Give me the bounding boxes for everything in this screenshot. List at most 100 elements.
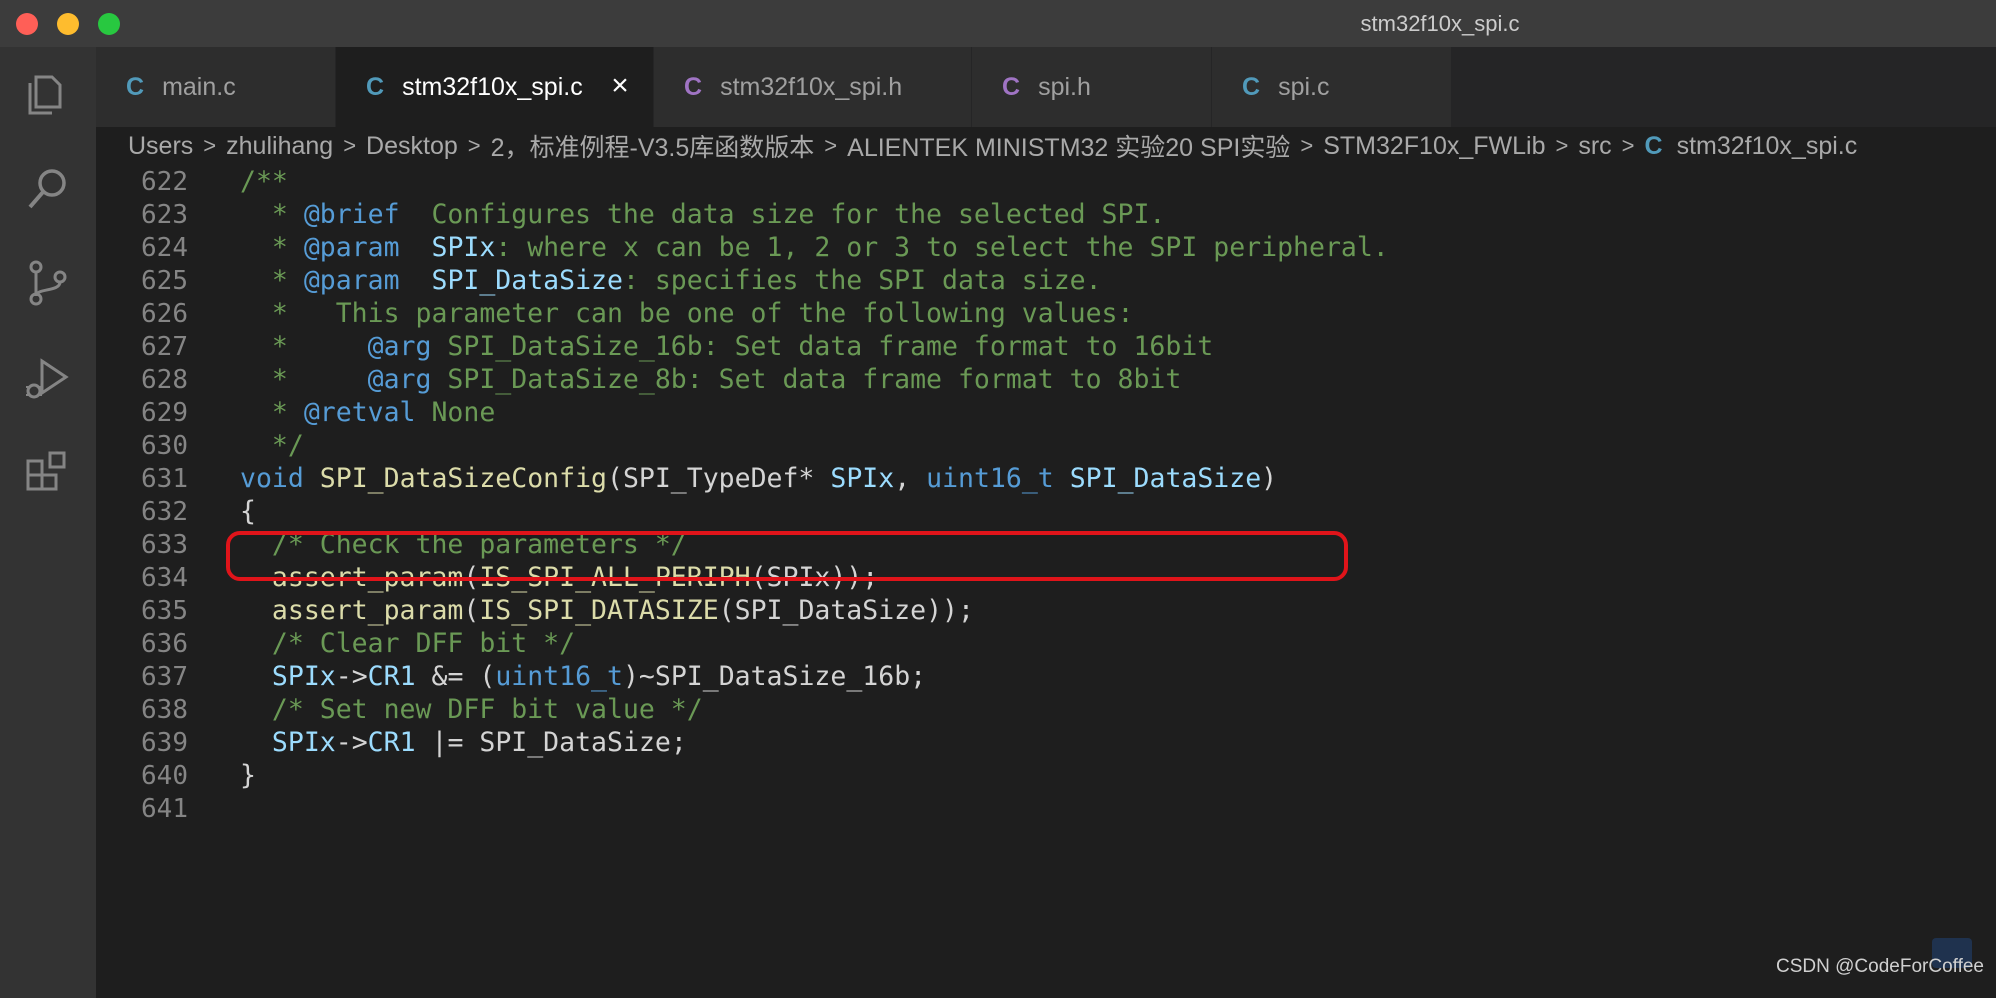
code-token: : specifies the SPI data size. [623, 265, 1102, 296]
code-token: SPIx [272, 727, 336, 758]
tab-bar: C main.c C stm32f10x_spi.c × C stm32f10x… [96, 47, 1996, 127]
c-header-icon: C [684, 73, 702, 102]
code-token: ) [1261, 463, 1277, 494]
code-token: (SPI_DataSize)); [719, 595, 974, 626]
code-token: * [240, 331, 368, 362]
breadcrumb-separator: > [203, 133, 216, 159]
code-token: } [240, 760, 256, 791]
code-token: SPI_DataSizeConfig [320, 463, 607, 494]
breadcrumb-item[interactable]: zhulihang [226, 132, 333, 161]
code-token: &= ( [416, 661, 496, 692]
tab-label: main.c [162, 73, 236, 102]
breadcrumb-item[interactable]: src [1578, 132, 1611, 161]
code-token: /** [240, 166, 288, 197]
code-token: , [894, 463, 926, 494]
c-file-icon: C [1242, 73, 1260, 102]
title-bar: stm32f10x_spi.c [0, 0, 1996, 48]
code-token [1054, 463, 1070, 494]
activity-bar [0, 47, 96, 998]
code-token: * [240, 232, 304, 263]
source-control-icon[interactable] [22, 257, 74, 309]
code-token: SPIx [830, 463, 894, 494]
c-file-icon: C [126, 73, 144, 102]
code-token: -> [336, 661, 368, 692]
code-token: { [240, 496, 256, 527]
code-token: * This parameter can be one of the follo… [240, 298, 1133, 329]
line-number: 641 [96, 788, 188, 830]
code-token: CR1 [368, 727, 416, 758]
tab-spi-c[interactable]: C spi.c [1212, 47, 1452, 127]
tab-label: stm32f10x_spi.c [402, 73, 583, 102]
window-title: stm32f10x_spi.c [0, 0, 1996, 47]
code-token [240, 727, 272, 758]
close-tab-icon[interactable]: × [607, 71, 633, 101]
tab-label: spi.h [1038, 73, 1091, 102]
tab-label: stm32f10x_spi.h [720, 73, 902, 102]
extensions-icon[interactable] [22, 447, 74, 499]
breadcrumb-separator: > [1622, 133, 1635, 159]
tab-stm32f10x-spi-h[interactable]: C stm32f10x_spi.h [654, 47, 972, 127]
breadcrumb-separator: > [343, 133, 356, 159]
breadcrumb-item[interactable]: 2，标准例程-V3.5库函数版本 [491, 128, 815, 164]
code-token: IS_SPI_DATASIZE [479, 595, 718, 626]
tab-spi-h[interactable]: C spi.h [972, 47, 1212, 127]
explorer-icon[interactable] [22, 67, 74, 119]
tab-main-c[interactable]: C main.c [96, 47, 336, 127]
code-token: void [240, 463, 304, 494]
code-token [304, 463, 320, 494]
watermark-text: CSDN @CodeForCoffee [1776, 956, 1984, 978]
code-token [240, 595, 272, 626]
code-token: * [240, 397, 304, 428]
code-token: @brief [304, 199, 400, 230]
code-token: ( [463, 595, 479, 626]
code-token: @param [304, 232, 400, 263]
code-token: SPI_DataSize [431, 265, 622, 296]
code-token: (SPI_TypeDef* [607, 463, 830, 494]
code-token: * [240, 265, 304, 296]
breadcrumb-item[interactable]: Desktop [366, 132, 458, 161]
breadcrumb-file[interactable]: stm32f10x_spi.c [1677, 132, 1858, 161]
code-token: SPI_DataSize [1070, 463, 1261, 494]
breadcrumb-separator: > [468, 133, 481, 159]
code-token: SPI_DataSize_8b: Set data frame format t… [431, 364, 1181, 395]
tab-stm32f10x-spi-c[interactable]: C stm32f10x_spi.c × [336, 47, 654, 127]
code-token: uint16_t [926, 463, 1054, 494]
code-token: : where x can be 1, 2 or 3 to select the… [495, 232, 1388, 263]
breadcrumb-separator: > [824, 133, 837, 159]
code-token: /* Clear DFF bit */ [240, 628, 575, 659]
code-token: SPI_DataSize_16b: Set data frame format … [431, 331, 1213, 362]
code-token: CR1 [368, 661, 416, 692]
code-token: /* Set new DFF bit value */ [240, 694, 703, 725]
code-token: @arg [368, 364, 432, 395]
highlight-annotation [226, 531, 1348, 581]
breadcrumb-item[interactable]: STM32F10x_FWLib [1323, 132, 1545, 161]
c-header-icon: C [1002, 73, 1020, 102]
code-token [240, 661, 272, 692]
code-token: */ [240, 430, 304, 461]
code-token: SPIx [272, 661, 336, 692]
code-token: @retval [304, 397, 416, 428]
code-token: SPIx [431, 232, 495, 263]
code-token [400, 232, 432, 263]
code-token: uint16_t [495, 661, 623, 692]
code-token: Configures the data size for the selecte… [400, 199, 1166, 230]
code-token: |= SPI_DataSize; [416, 727, 687, 758]
code-token [400, 265, 432, 296]
code-token: @arg [368, 331, 432, 362]
tab-label: spi.c [1278, 73, 1329, 102]
breadcrumb-item[interactable]: Users [128, 132, 193, 161]
code-editor[interactable]: 622/**623 * @brief Configures the data s… [96, 165, 1996, 998]
code-token: )~SPI_DataSize_16b; [623, 661, 926, 692]
code-token: None [416, 397, 496, 428]
code-line[interactable]: 641 [96, 788, 1996, 830]
code-token: -> [336, 727, 368, 758]
code-token: * [240, 364, 368, 395]
c-file-icon: C [366, 73, 384, 102]
run-debug-icon[interactable] [22, 353, 74, 405]
c-file-icon: C [1645, 132, 1663, 161]
breadcrumb: Users > zhulihang > Desktop > 2，标准例程-V3.… [96, 127, 1996, 165]
search-icon[interactable] [22, 163, 74, 215]
breadcrumb-item[interactable]: ALIENTEK MINISTM32 实验20 SPI实验 [847, 128, 1290, 164]
code-token: * [240, 199, 304, 230]
code-token: @param [304, 265, 400, 296]
